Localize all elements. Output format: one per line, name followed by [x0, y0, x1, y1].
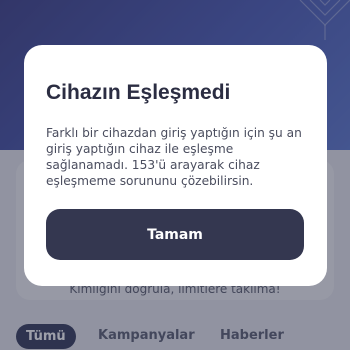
device-mismatch-dialog: Cihazın Eşleşmedi Farklı bir cihazdan gi… — [24, 45, 327, 286]
dialog-message: Farklı bir cihazdan giriş yaptığın için … — [46, 126, 302, 188]
ok-button[interactable]: Tamam — [46, 209, 304, 260]
dialog-title: Cihazın Eşleşmedi — [46, 81, 231, 104]
